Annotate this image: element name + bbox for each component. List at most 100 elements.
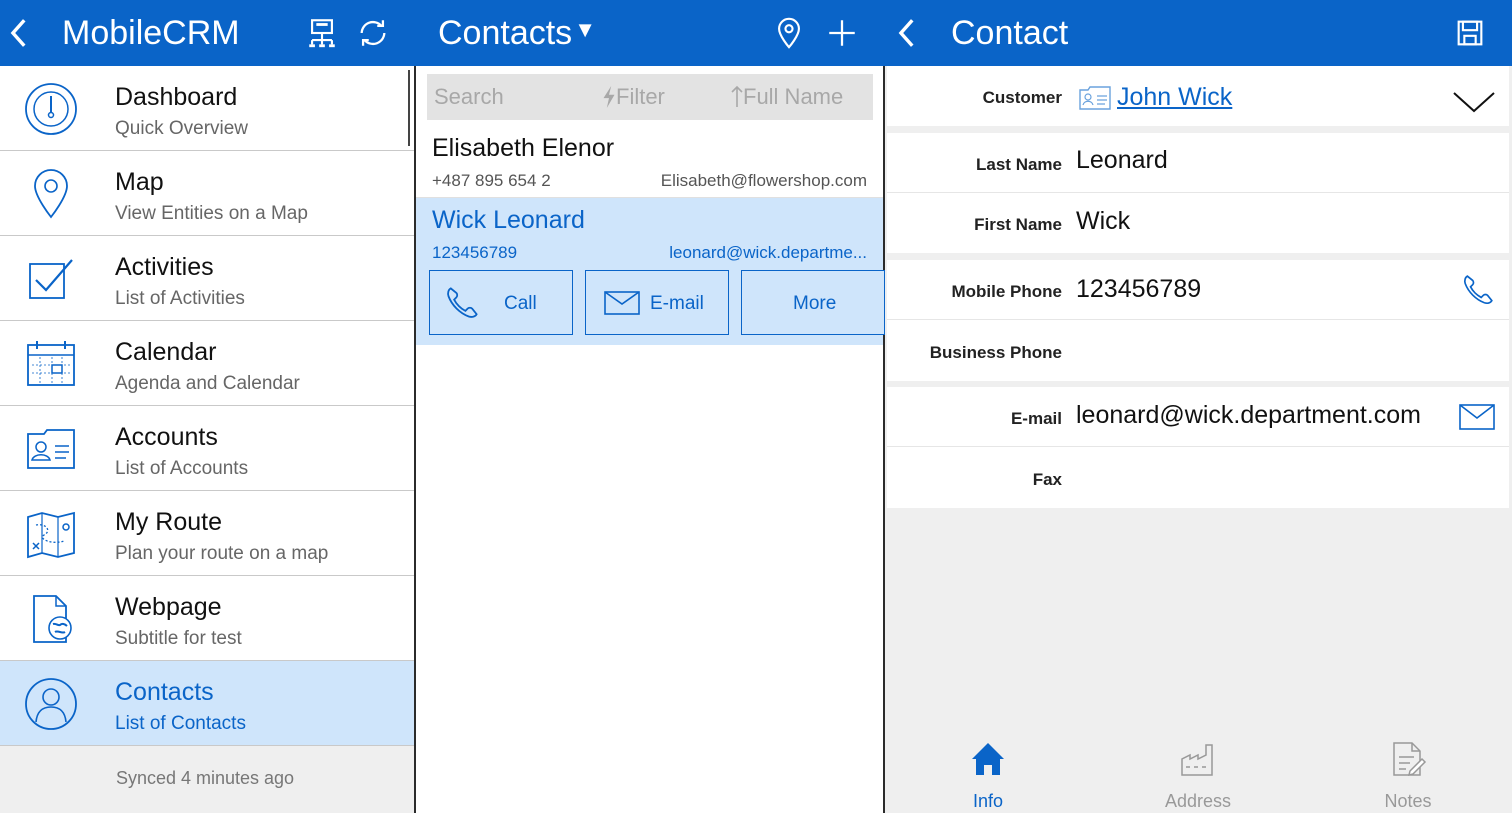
route-map-icon (22, 505, 80, 563)
mobile-phone-label: Mobile Phone (951, 282, 1063, 301)
nav-item-webpage[interactable]: Webpage Subtitle for test (0, 576, 414, 661)
sync-status-footer: Synced 4 minutes ago (0, 746, 414, 813)
phone-icon[interactable] (1461, 273, 1495, 307)
home-icon (972, 743, 1004, 775)
search-input[interactable]: Search Filter Full Name (427, 74, 873, 120)
fax-label: Fax (1032, 470, 1062, 489)
contact-list-panel: Search Filter Full Name Elisabeth Elenor… (416, 66, 885, 813)
contact-phone: +487 895 654 2 (432, 171, 551, 190)
contact-phone: 123456789 (432, 243, 518, 262)
sort-arrow-up-icon (731, 85, 743, 107)
notes-icon (1393, 742, 1427, 777)
nav-item-contacts[interactable]: Contacts List of Contacts (0, 661, 414, 746)
business-phone-row[interactable]: Business Phone (887, 321, 1509, 381)
customer-label: Customer (982, 88, 1062, 107)
last-name-row[interactable]: Last Name Leonard (887, 133, 1509, 193)
email-button[interactable]: E-mail (585, 270, 729, 335)
more-button[interactable]: More (741, 270, 885, 335)
nav-item-activities[interactable]: Activities List of Activities (0, 236, 414, 321)
nav-title: Accounts (115, 423, 218, 451)
server-network-icon[interactable] (302, 13, 342, 53)
email-label: E-mail (1010, 409, 1062, 428)
nav-item-dashboard[interactable]: Dashboard Quick Overview (0, 66, 414, 151)
customer-row[interactable]: Customer John Wick (887, 66, 1509, 126)
mobile-phone-row[interactable]: Mobile Phone 123456789 (887, 260, 1509, 320)
lightning-icon (603, 86, 615, 108)
save-icon[interactable] (1450, 13, 1490, 53)
customer-group: Customer John Wick (887, 66, 1509, 126)
checkbox-icon (22, 250, 80, 308)
first-name-field[interactable]: Wick (1076, 207, 1130, 236)
nav-scrollbar[interactable] (408, 70, 410, 146)
dashboard-gauge-icon (22, 80, 80, 138)
nav-title: Activities (115, 253, 214, 281)
contact-name: Elisabeth Elenor (432, 134, 615, 162)
nav-subtitle: List of Activities (115, 288, 245, 309)
customer-link[interactable]: John Wick (1117, 83, 1232, 112)
top-bar: MobileCRM Contacts ▼ Contact (0, 0, 1512, 66)
contact-email: leonard@wick.departme... (669, 243, 867, 262)
mobilecrm-app: MobileCRM Contacts ▼ Contact Dashboard Q… (0, 0, 1512, 813)
nav-subtitle: View Entities on a Map (115, 203, 308, 224)
webpage-globe-icon (22, 590, 80, 648)
filter-button[interactable]: Filter (602, 84, 665, 110)
first-name-row[interactable]: First Name Wick (887, 193, 1509, 253)
tab-address[interactable]: Address (1118, 733, 1278, 813)
more-label: More (793, 293, 837, 314)
contact-name: Wick Leonard (432, 206, 585, 234)
detail-back-arrow-icon[interactable] (888, 13, 928, 53)
contact-row[interactable]: Elisabeth Elenor +487 895 654 2 Elisabet… (416, 128, 883, 198)
name-group: Last Name Leonard First Name Wick (887, 133, 1509, 253)
call-label: Call (504, 293, 537, 314)
envelope-icon (604, 291, 640, 315)
contact-detail-panel: Customer John Wick Last Name Leonard Fir… (885, 66, 1512, 813)
business-phone-label: Business Phone (929, 343, 1062, 362)
nav-item-accounts[interactable]: Accounts List of Accounts (0, 406, 414, 491)
tab-info[interactable]: Info (908, 733, 1068, 813)
chevron-down-icon[interactable] (1452, 90, 1496, 114)
sync-status-text: Synced 4 minutes ago (115, 768, 295, 788)
nav-subtitle: List of Accounts (115, 458, 249, 479)
nav-item-my-route[interactable]: My Route Plan your route on a map (0, 491, 414, 576)
nav-item-calendar[interactable]: Calendar Agenda and Calendar (0, 321, 414, 406)
call-button[interactable]: Call (429, 270, 573, 335)
tab-notes[interactable]: Notes (1328, 733, 1488, 813)
add-icon[interactable] (822, 13, 862, 53)
detail-title: Contact (951, 13, 1069, 52)
nav-title: Dashboard (115, 83, 238, 111)
back-arrow-icon[interactable] (0, 13, 40, 53)
contacts-view-selector[interactable]: Contacts ▼ (438, 0, 596, 66)
filter-label: Filter (616, 84, 665, 109)
id-card-icon (22, 420, 80, 478)
phone-icon (447, 287, 478, 318)
list-title: Contacts (438, 13, 573, 52)
sort-label: Full Name (743, 84, 844, 109)
app-title: MobileCRM (62, 13, 240, 52)
nav-title: Contacts (115, 678, 214, 706)
email-label: E-mail (650, 293, 704, 314)
account-card-icon (1079, 86, 1111, 110)
sync-icon[interactable] (353, 13, 393, 53)
email-field[interactable]: leonard@wick.department.com (1076, 401, 1421, 430)
nav-item-map[interactable]: Map View Entities on a Map (0, 151, 414, 236)
contact-row-selected[interactable]: Wick Leonard 123456789 leonard@wick.depa… (416, 198, 885, 345)
tab-label: Info (972, 791, 1004, 811)
location-pin-icon[interactable] (769, 13, 809, 53)
bottom-tab-bar: Info Address Notes (885, 733, 1512, 813)
email-row[interactable]: E-mail leonard@wick.department.com (887, 387, 1509, 447)
first-name-label: First Name (974, 215, 1062, 234)
factory-icon (1181, 744, 1213, 776)
email-group: E-mail leonard@wick.department.com Fax (887, 387, 1509, 508)
fax-row[interactable]: Fax (887, 448, 1509, 508)
mobile-phone-field[interactable]: 123456789 (1076, 275, 1201, 304)
person-icon (22, 675, 80, 733)
contact-email: Elisabeth@flowershop.com (660, 171, 867, 190)
last-name-field[interactable]: Leonard (1076, 146, 1168, 175)
calendar-icon (22, 335, 80, 393)
map-pin-icon (22, 165, 80, 223)
navigation-panel: Dashboard Quick Overview Map View Entiti… (0, 66, 416, 813)
sort-button[interactable]: Full Name (731, 84, 843, 110)
phone-group: Mobile Phone 123456789 Business Phone (887, 260, 1509, 381)
envelope-icon[interactable] (1459, 404, 1495, 430)
nav-title: Webpage (115, 593, 222, 621)
